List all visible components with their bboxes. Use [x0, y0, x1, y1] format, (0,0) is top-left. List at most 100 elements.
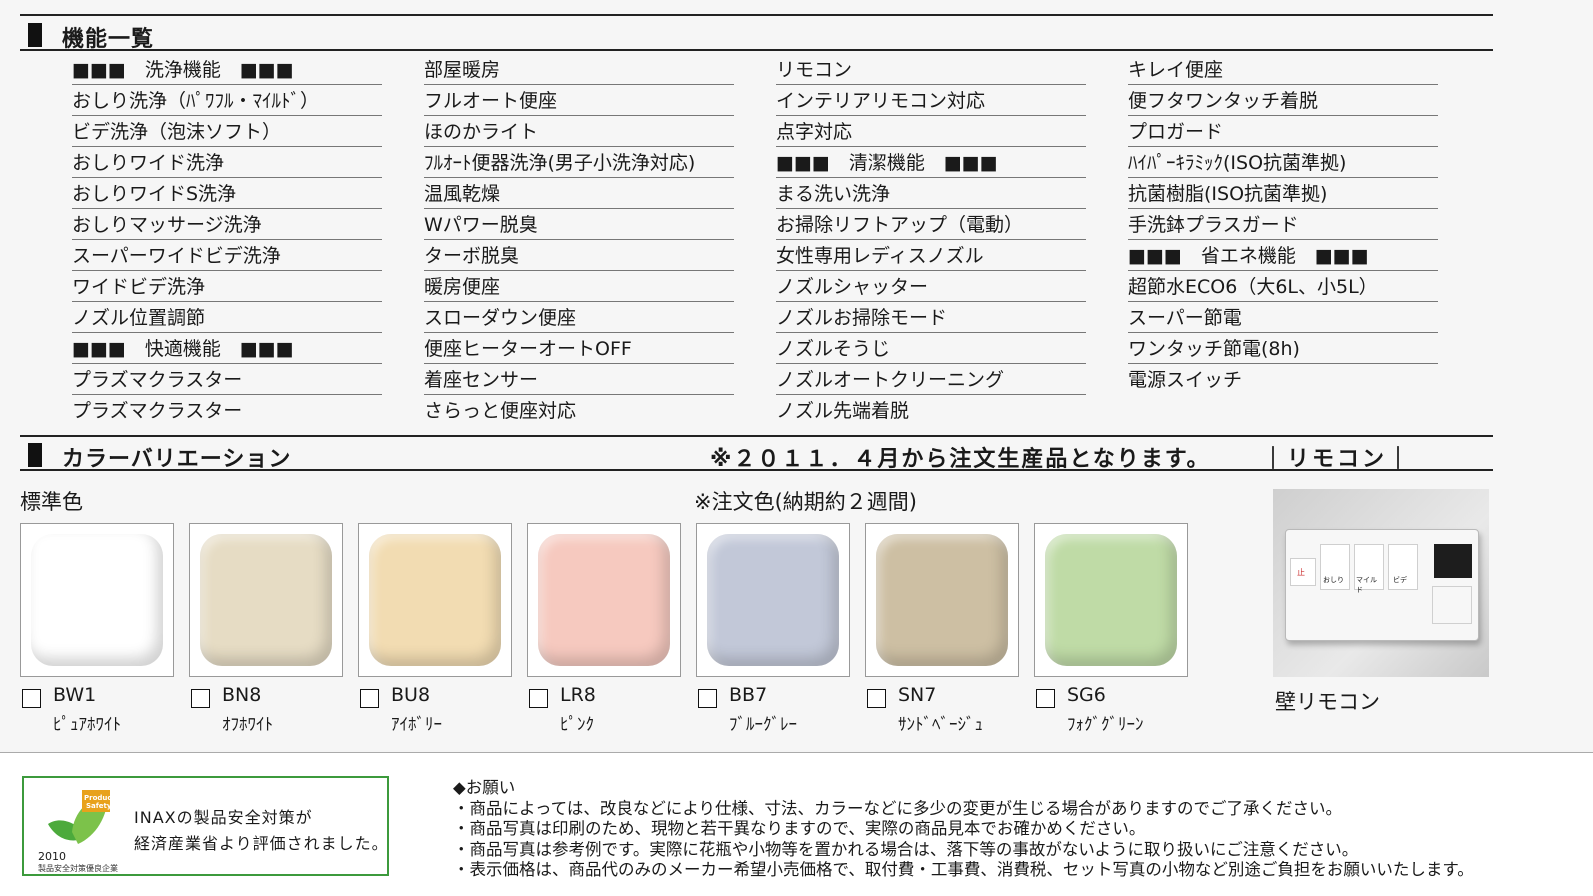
feature-item: 暖房便座: [424, 273, 734, 302]
color-code: SN7: [898, 684, 937, 706]
feature-item: 部屋暖房: [424, 56, 734, 85]
swatch-card: [189, 523, 343, 677]
feature-item: ノズルオートクリーニング: [776, 366, 1086, 395]
feature-item: インテリアリモコン対応: [776, 87, 1086, 116]
color-checkbox[interactable]: [22, 689, 41, 708]
color-checkbox[interactable]: [1036, 689, 1055, 708]
color-code: LR8: [560, 684, 596, 706]
color-checkbox[interactable]: [867, 689, 886, 708]
top-rule: [20, 14, 1493, 16]
feature-column-2: 部屋暖房 フルオート便座 ほのかライト ﾌﾙｵｰﾄ便器洗浄(男子小洗浄対応) 温…: [424, 56, 734, 427]
remote-button-label: ビデ: [1393, 576, 1407, 584]
badge-line-1: INAXの製品安全対策が: [134, 808, 313, 827]
feature-item: ノズル先端着脱: [776, 400, 910, 422]
feature-item: キレイ便座: [1128, 56, 1438, 85]
feature-item: ﾌﾙｵｰﾄ便器洗浄(男子小洗浄対応): [424, 149, 734, 178]
colors-header: カラーバリエーション ※２０１１．４月から注文生産品となります。 ｜リモコン｜: [20, 435, 1493, 472]
swatch-card: [1034, 523, 1188, 677]
remote-caption: 壁リモコン: [1275, 690, 1380, 714]
note-line: ・商品写真は印刷のため、現物と若干異なりますので、実際の商品見本でお確かめくださ…: [453, 819, 1146, 838]
section-rule-top: [20, 435, 1493, 437]
feature-column-4: キレイ便座 便フタワンタッチ着脱 プロガード ﾊｲﾊﾟｰｷﾗﾐｯｸ(ISO抗菌準…: [1128, 56, 1438, 396]
color-name: ｻﾝﾄﾞﾍﾞｰｼﾞｭ: [898, 715, 983, 735]
color-name: ﾋﾟﾝｸ: [560, 715, 594, 735]
feature-item: 温風乾燥: [424, 180, 734, 209]
swatch-card: [358, 523, 512, 677]
remote-control: おしり マイルド ビデ 止: [1285, 529, 1479, 641]
remote-button: マイルド: [1354, 544, 1384, 594]
feature-item: ﾊｲﾊﾟｰｷﾗﾐｯｸ(ISO抗菌準拠): [1128, 149, 1438, 178]
remote-button: ビデ: [1388, 544, 1418, 590]
feature-item: ■■■ 清潔機能 ■■■: [776, 149, 1086, 178]
color-code: BN8: [222, 684, 262, 706]
product-safety-logo-icon: Product Safety: [48, 790, 112, 844]
section-rule: [20, 49, 1493, 51]
feature-item: おしり洗浄（ﾊﾟﾜﾌﾙ・ﾏｲﾙﾄﾞ）: [72, 87, 382, 116]
feature-column-3: リモコン インテリアリモコン対応 点字対応 ■■■ 清潔機能 ■■■ まる洗い洗…: [776, 56, 1086, 427]
standard-color-label: 標準色: [20, 490, 83, 514]
section-marker-icon: [28, 23, 42, 47]
color-checkbox[interactable]: [529, 689, 548, 708]
remote-button: おしり: [1320, 544, 1350, 590]
note-line: ・商品写真は参考例です。実際に花瓶や小物等を置かれる場合は、落下等の事故がないよ…: [453, 839, 1359, 859]
color-name: ﾌﾞﾙｰｸﾞﾚｰ: [729, 715, 797, 735]
section-rule: [20, 469, 1493, 471]
color-name: ﾋﾟｭｱﾎﾜｲﾄ: [53, 715, 121, 735]
feature-item: リモコン: [776, 56, 1086, 85]
feature-item: お掃除リフトアップ（電動）: [776, 211, 1086, 240]
notes-block: ◆お願い ・商品によっては、改良などにより仕様、寸法、カラーなどに多少の変更が生…: [453, 778, 1474, 881]
feature-column-1: ■■■ 洗浄機能 ■■■ おしり洗浄（ﾊﾟﾜﾌﾙ・ﾏｲﾙﾄﾞ） ビデ洗浄（泡沫ソ…: [72, 56, 382, 427]
feature-item: フルオート便座: [424, 87, 734, 116]
feature-item: おしりワイド洗浄: [72, 149, 382, 178]
color-swatch: [31, 534, 163, 666]
color-code: BW1: [53, 684, 97, 706]
color-name: ｱｲﾎﾞﾘｰ: [391, 715, 442, 735]
color-swatch: [707, 534, 839, 666]
color-code: BU8: [391, 684, 431, 706]
remote-button-label: おしり: [1323, 576, 1344, 584]
feature-item: ノズルお掃除モード: [776, 304, 1086, 333]
color-swatch: [200, 534, 332, 666]
feature-item: 抗菌樹脂(ISO抗菌準拠): [1128, 180, 1438, 209]
color-checkbox[interactable]: [698, 689, 717, 708]
feature-item: 手洗鉢プラスガード: [1128, 211, 1438, 240]
color-code: SG6: [1067, 684, 1106, 706]
feature-item: ワイドビデ洗浄: [72, 273, 382, 302]
feature-item: まる洗い洗浄: [776, 180, 1086, 209]
feature-item: 電源スイッチ: [1128, 369, 1243, 391]
feature-item: ■■■ 省エネ機能 ■■■: [1128, 242, 1438, 271]
feature-item: おしりワイドS洗浄: [72, 180, 382, 209]
color-swatch: [369, 534, 501, 666]
section-marker-icon: [28, 443, 42, 467]
remote-stop-button: 止: [1290, 558, 1316, 586]
color-code: BB7: [729, 684, 768, 706]
swatch-card: [20, 523, 174, 677]
feature-item: 点字対応: [776, 118, 1086, 147]
swatch-card: [696, 523, 850, 677]
wall-remote-photo: おしり マイルド ビデ 止: [1273, 489, 1489, 677]
note-line: ・表示価格は、商品代のみのメーカー希望小売価格で、取付費・工事費、消費税、セット…: [453, 860, 1474, 879]
feature-item: スーパーワイドビデ洗浄: [72, 242, 382, 271]
feature-item: 便フタワンタッチ着脱: [1128, 87, 1438, 116]
swatch-card: [865, 523, 1019, 677]
feature-item: プロガード: [1128, 118, 1438, 147]
feature-item: さらっと便座対応: [424, 400, 577, 422]
remote-keypad: [1432, 586, 1472, 624]
feature-item: スローダウン便座: [424, 304, 734, 333]
badge-award: 製品安全対策優良企業: [38, 864, 118, 873]
color-swatch: [1045, 534, 1177, 666]
note-line: ・商品によっては、改良などにより仕様、寸法、カラーなどに多少の変更が生じる場合が…: [453, 798, 1343, 818]
product-sheet: 機能一覧 ■■■ 洗浄機能 ■■■ おしり洗浄（ﾊﾟﾜﾌﾙ・ﾏｲﾙﾄﾞ） ビデ洗…: [0, 0, 1593, 750]
swatch-card: [527, 523, 681, 677]
feature-item: ビデ洗浄（泡沫ソフト）: [72, 118, 382, 147]
remote-display: [1434, 544, 1472, 578]
feature-item: ■■■ 快適機能 ■■■: [72, 335, 382, 364]
color-checkbox[interactable]: [191, 689, 210, 708]
badge-logo-text: Product: [84, 794, 112, 802]
badge-line-2: 経済産業省より評価されました。: [134, 834, 389, 853]
notes-title: ◆お願い: [453, 778, 516, 797]
color-checkbox[interactable]: [360, 689, 379, 708]
order-color-label: ※注文色(納期約２週間): [694, 490, 917, 514]
feature-item: スーパー節電: [1128, 304, 1438, 333]
features-header: 機能一覧: [20, 17, 1493, 52]
